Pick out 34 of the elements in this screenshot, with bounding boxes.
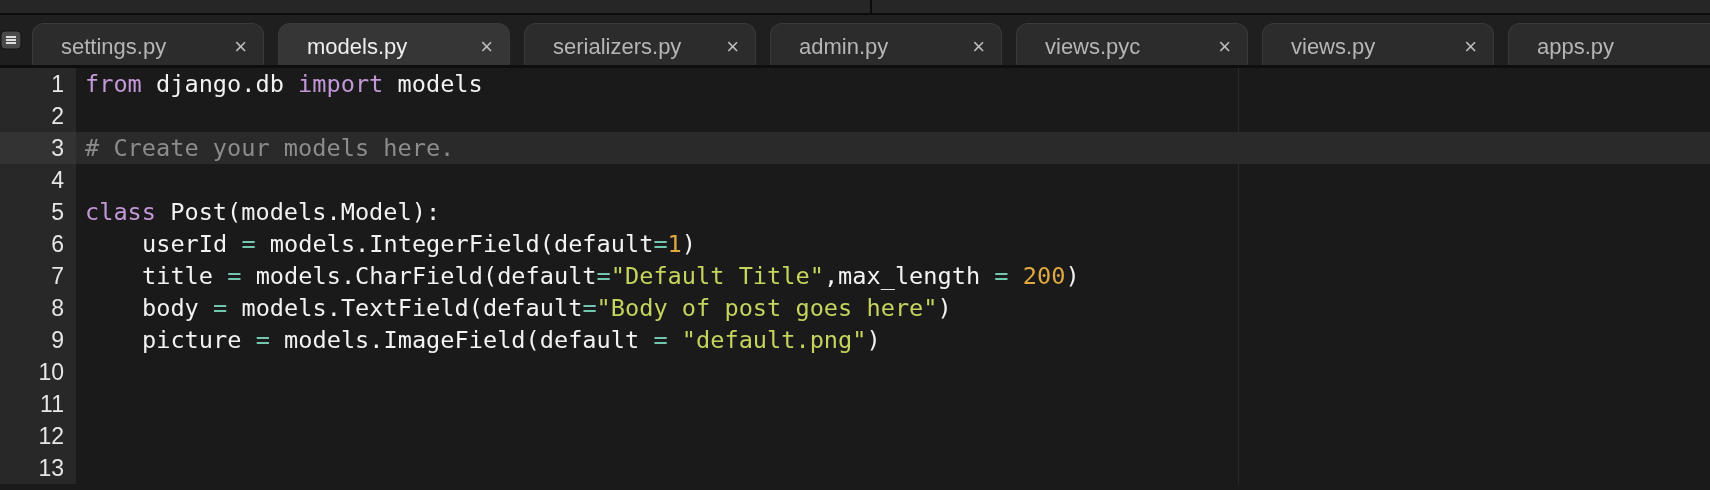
line-number: 5 (50, 198, 65, 227)
menu-icon[interactable] (0, 28, 22, 52)
line-number: 4 (50, 166, 65, 195)
tab[interactable]: serializers.py × (524, 23, 756, 65)
code-line: class Post(models.Model): (85, 198, 441, 226)
code-line: title = models.CharField(default="Default Title",max_length = 200) (141, 262, 1080, 290)
tab[interactable]: settings.py × (32, 23, 264, 65)
code-line: userId = models.IntegerField(default=1) (141, 230, 697, 258)
close-button[interactable]: × (726, 33, 739, 60)
line-number: 2 (50, 102, 65, 131)
line-number: 13 (37, 454, 65, 483)
close-button[interactable]: × (1464, 33, 1477, 60)
close-button[interactable]: × (480, 33, 493, 60)
line-number: 12 (37, 422, 65, 451)
line-number: 11 (39, 390, 65, 419)
tab[interactable]: admin.py × (770, 23, 1002, 65)
close-button[interactable]: × (972, 33, 985, 60)
code-line: # Create your models here. (85, 134, 455, 162)
tab[interactable]: models.py × (278, 23, 510, 65)
line-number: 1 (50, 70, 65, 99)
tab[interactable]: apps.py (1508, 23, 1710, 65)
line-number: 7 (50, 262, 65, 291)
code-line: body = models.TextField(default="Body of post goes here") (141, 294, 952, 322)
line-number: 6 (50, 230, 65, 259)
close-button[interactable]: × (1218, 33, 1231, 60)
line-number: 10 (37, 358, 65, 387)
line-number: 3 (0, 132, 76, 164)
line-number: 8 (50, 294, 65, 323)
tab[interactable]: views.pyc × (1016, 23, 1248, 65)
code-line: picture = models.ImageField(default = "default.png") (141, 326, 881, 354)
tab[interactable]: views.py × (1262, 23, 1494, 65)
close-button[interactable]: × (234, 33, 247, 60)
line-number: 9 (50, 326, 65, 355)
code-line: from django.db import models (85, 70, 483, 98)
